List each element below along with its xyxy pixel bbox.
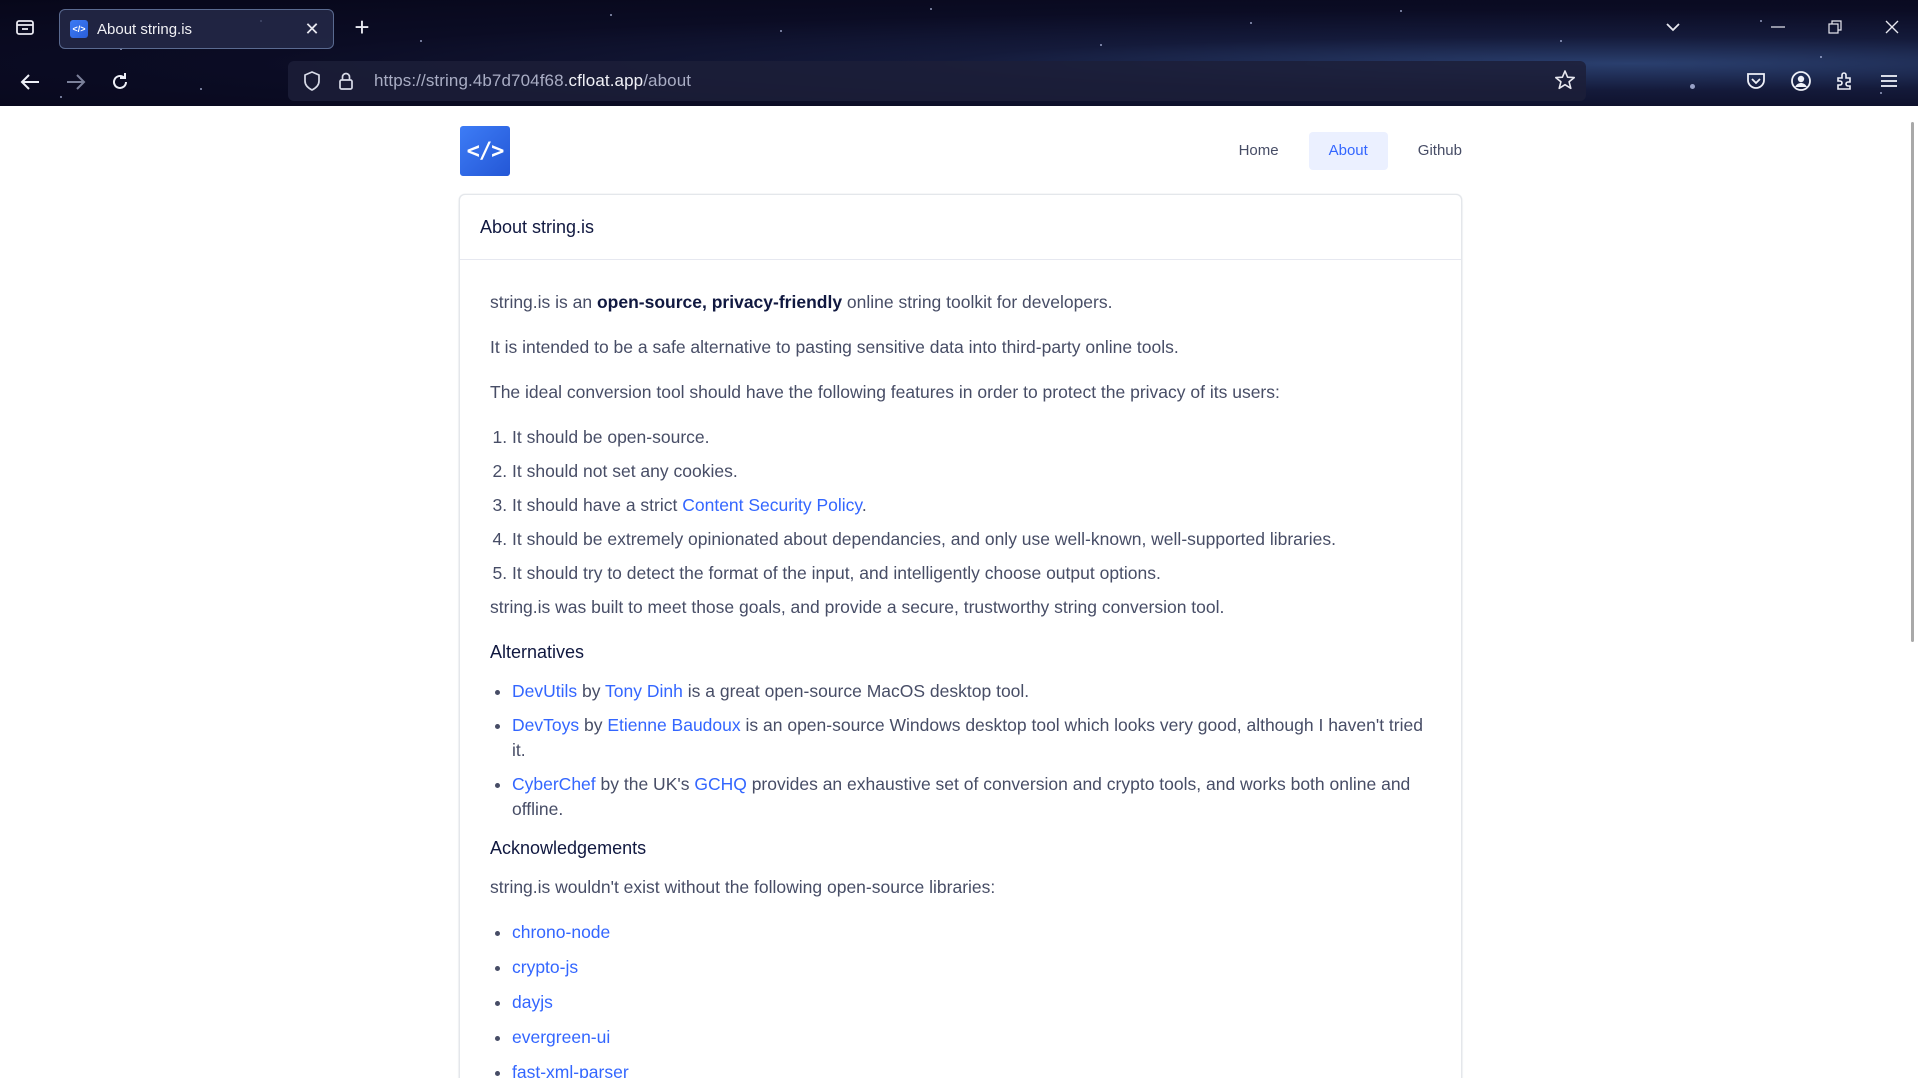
shield-icon[interactable] bbox=[300, 69, 324, 93]
minimize-button[interactable] bbox=[1761, 12, 1795, 42]
features-list: It should be open-source. It should not … bbox=[490, 425, 1431, 586]
page-viewport: </> Home About Github About string.is st… bbox=[0, 106, 1918, 1078]
account-icon[interactable] bbox=[1786, 66, 1816, 96]
tab-list-button[interactable] bbox=[12, 14, 38, 40]
etienne-baudoux-link[interactable]: Etienne Baudoux bbox=[607, 715, 740, 735]
library-link[interactable]: evergreen-ui bbox=[512, 1027, 610, 1047]
about-content: string.is is an open-source, privacy-fri… bbox=[460, 260, 1461, 1078]
nav-github[interactable]: Github bbox=[1398, 132, 1482, 170]
site-logo[interactable]: </> bbox=[460, 126, 510, 176]
library-item: fast-xml-parser bbox=[512, 1060, 1431, 1078]
devutils-link[interactable]: DevUtils bbox=[512, 681, 577, 701]
tab-favicon: </> bbox=[70, 20, 88, 38]
feature-item: It should have a strict Content Security… bbox=[512, 493, 1431, 518]
alternatives-list: DevUtils by Tony Dinh is a great open-so… bbox=[490, 679, 1431, 822]
goals-paragraph: string.is was built to meet those goals,… bbox=[490, 597, 1225, 617]
gchq-link[interactable]: GCHQ bbox=[694, 774, 747, 794]
feature-item: It should try to detect the format of th… bbox=[512, 561, 1431, 586]
nav-about[interactable]: About bbox=[1308, 132, 1388, 170]
library-link[interactable]: chrono-node bbox=[512, 922, 610, 942]
acknowledgements-text: string.is wouldn't exist without the fol… bbox=[490, 877, 996, 897]
extensions-icon[interactable] bbox=[1830, 66, 1860, 96]
browser-tab-active[interactable]: </> About string.is ✕ bbox=[59, 9, 334, 49]
feature-item: It should not set any cookies. bbox=[512, 459, 1431, 484]
features-intro: The ideal conversion tool should have th… bbox=[490, 382, 1280, 402]
bookmark-star-icon[interactable] bbox=[1554, 69, 1576, 97]
card-heading: About string.is bbox=[460, 195, 1461, 260]
alternative-item: DevToys by Etienne Baudoux is an open-so… bbox=[512, 713, 1431, 763]
library-item: evergreen-ui bbox=[512, 1025, 1431, 1050]
close-window-button[interactable] bbox=[1875, 12, 1909, 42]
tony-dinh-link[interactable]: Tony Dinh bbox=[605, 681, 683, 701]
back-button[interactable] bbox=[14, 66, 46, 98]
cyberchef-link[interactable]: CyberChef bbox=[512, 774, 596, 794]
acknowledgements-heading: Acknowledgements bbox=[490, 838, 647, 858]
page-scrollbar[interactable] bbox=[1904, 106, 1918, 1078]
arrow-left-icon bbox=[20, 74, 39, 90]
csp-link[interactable]: Content Security Policy bbox=[682, 495, 862, 515]
tab-title: About string.is bbox=[97, 20, 193, 38]
purpose-paragraph: It is intended to be a safe alternative … bbox=[490, 337, 1179, 357]
url-text[interactable]: https://string.4b7d704f68.cfloat.app/abo… bbox=[374, 71, 691, 91]
alternative-item: CyberChef by the UK's GCHQ provides an e… bbox=[512, 772, 1431, 822]
scrollbar-thumb[interactable] bbox=[1911, 122, 1914, 642]
feature-item: It should be extremely opinionated about… bbox=[512, 527, 1431, 552]
address-bar[interactable]: https://string.4b7d704f68.cfloat.app/abo… bbox=[288, 61, 1586, 101]
site-nav: Home About Github bbox=[1219, 132, 1482, 170]
new-tab-button[interactable]: + bbox=[348, 13, 376, 41]
alternative-item: DevUtils by Tony Dinh is a great open-so… bbox=[512, 679, 1431, 704]
library-item: chrono-node bbox=[512, 920, 1431, 945]
reload-button[interactable] bbox=[104, 66, 136, 98]
library-link[interactable]: fast-xml-parser bbox=[512, 1062, 629, 1078]
browser-chrome: </> About string.is ✕ + https://string.4… bbox=[0, 0, 1918, 106]
library-link[interactable]: dayjs bbox=[512, 992, 553, 1012]
library-item: dayjs bbox=[512, 990, 1431, 1015]
forward-button[interactable] bbox=[60, 66, 92, 98]
library-link[interactable]: crypto-js bbox=[512, 957, 578, 977]
about-card: About string.is string.is is an open-sou… bbox=[459, 194, 1462, 1078]
reload-icon bbox=[113, 73, 127, 89]
nav-home[interactable]: Home bbox=[1219, 132, 1299, 170]
lock-icon[interactable] bbox=[334, 69, 358, 93]
restore-button[interactable] bbox=[1818, 12, 1852, 42]
alternatives-heading: Alternatives bbox=[490, 642, 585, 662]
chevron-down-icon[interactable] bbox=[1656, 12, 1690, 42]
tab-list-icon bbox=[16, 20, 34, 35]
tab-close-icon[interactable]: ✕ bbox=[301, 18, 323, 40]
devtoys-link[interactable]: DevToys bbox=[512, 715, 579, 735]
libraries-list: chrono-node crypto-js dayjs evergreen-ui… bbox=[490, 920, 1431, 1078]
intro-paragraph: string.is is an open-source, privacy-fri… bbox=[490, 292, 1113, 312]
library-item: crypto-js bbox=[512, 955, 1431, 980]
navigation-toolbar: https://string.4b7d704f68.cfloat.app/abo… bbox=[0, 58, 1918, 104]
tab-strip: </> About string.is ✕ + bbox=[0, 0, 1918, 54]
feature-item: It should be open-source. bbox=[512, 425, 1431, 450]
menu-icon[interactable] bbox=[1874, 66, 1904, 96]
arrow-right-icon bbox=[67, 74, 86, 90]
pocket-icon[interactable] bbox=[1741, 66, 1771, 96]
